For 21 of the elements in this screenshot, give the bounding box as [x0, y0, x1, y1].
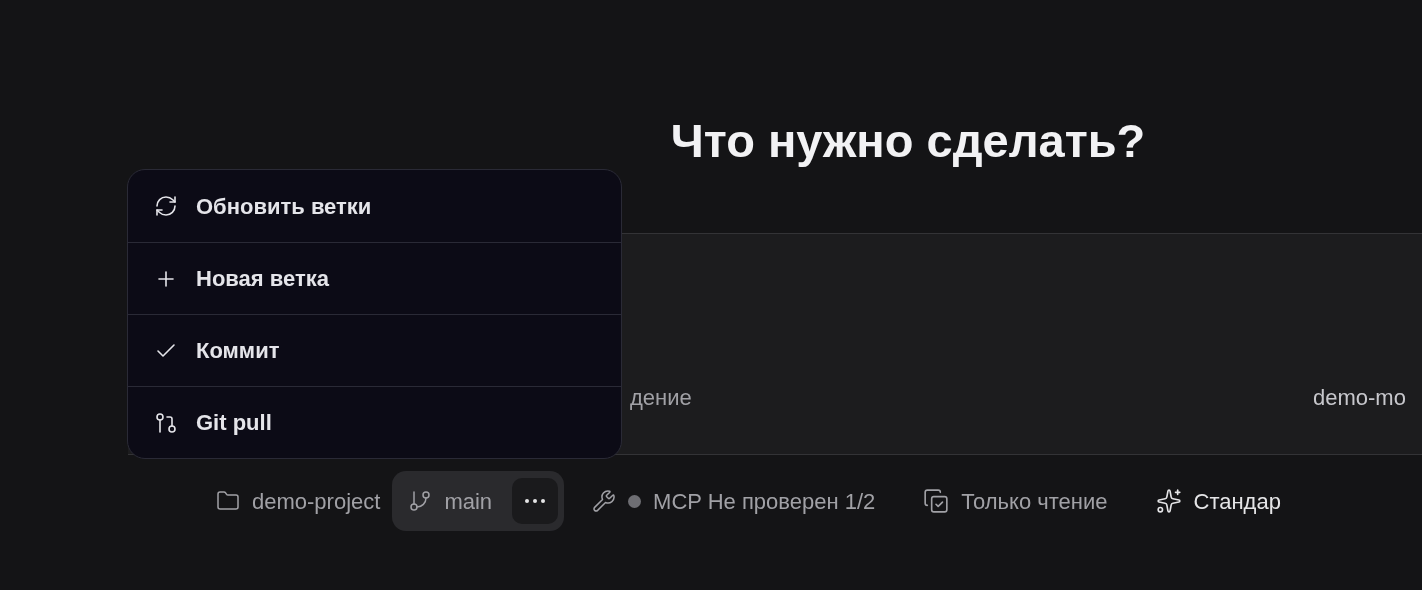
composer-text: дение — [630, 384, 692, 412]
refresh-icon — [154, 194, 178, 218]
sparkles-icon — [1155, 488, 1182, 514]
wrench-icon — [592, 489, 617, 513]
more-icon — [525, 499, 546, 503]
git-pull-icon — [154, 410, 178, 435]
page-heading: Что нужно сделать? — [669, 113, 1147, 169]
model-label: demo-mo — [1313, 384, 1406, 412]
branch-icon — [408, 489, 433, 513]
menu-item[interactable]: Новая ветка — [128, 242, 621, 314]
menu-item[interactable]: Обновить ветки — [128, 170, 621, 242]
readonly-button[interactable]: Только чтение — [911, 471, 1120, 531]
mode-button[interactable]: Стандар — [1143, 471, 1293, 531]
copy-check-icon — [923, 488, 950, 514]
branch-button[interactable]: main — [408, 484, 501, 518]
folder-icon — [216, 489, 240, 513]
menu-item[interactable]: Коммит — [128, 314, 621, 386]
menu-item[interactable]: Git pull — [128, 386, 621, 458]
mcp-button[interactable]: MCP Не проверен 1/2 — [580, 471, 888, 531]
project-button[interactable]: demo-project — [204, 471, 393, 531]
more-button[interactable] — [512, 478, 559, 524]
